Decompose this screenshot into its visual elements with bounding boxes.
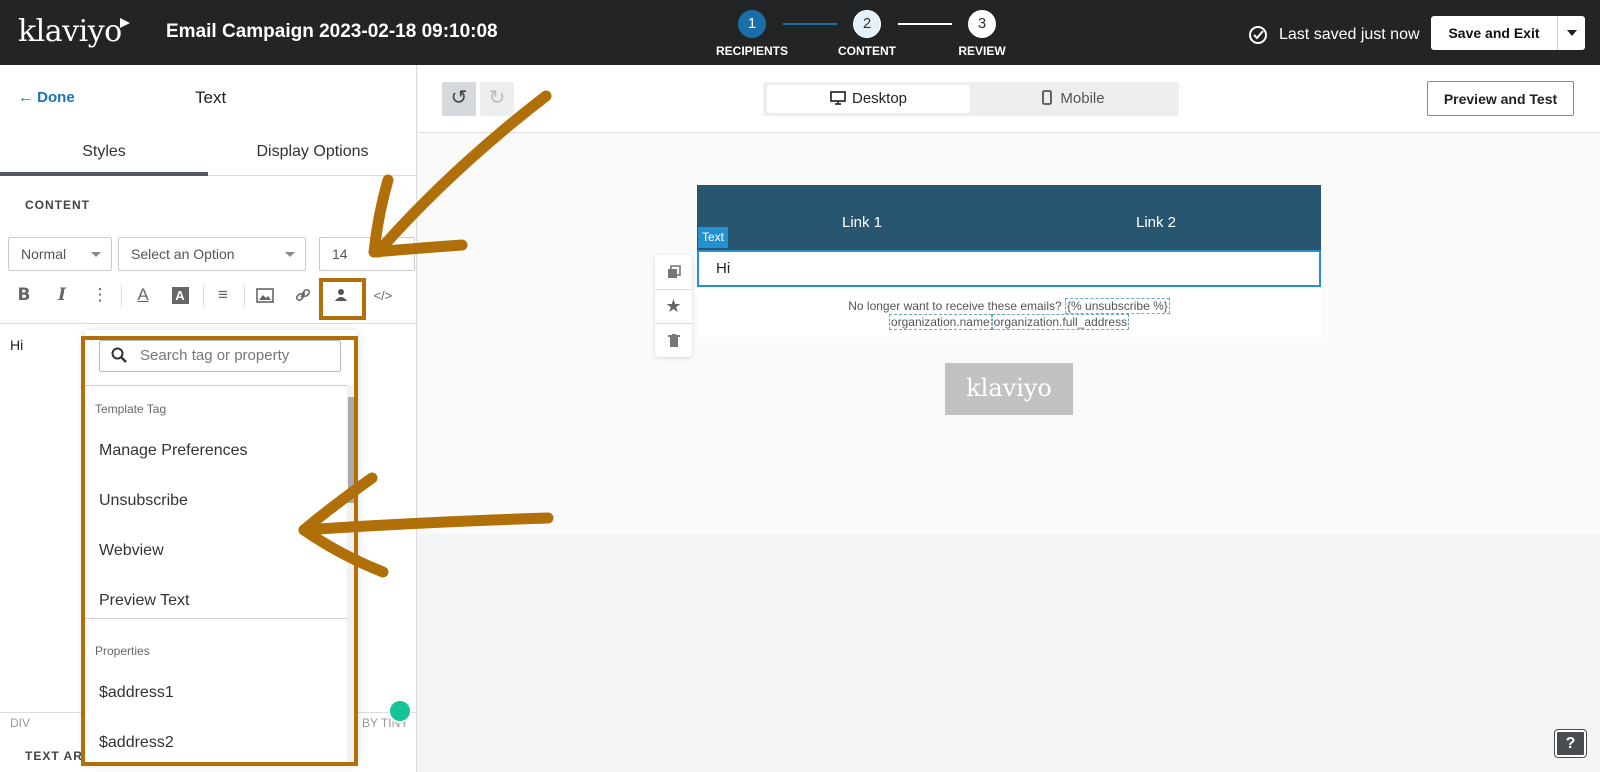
undo-icon[interactable]: ↺ (442, 82, 476, 116)
tab-styles[interactable]: Styles (0, 143, 208, 173)
format-select-value: Normal (21, 246, 67, 262)
annotation-box-personalize (319, 278, 366, 320)
email-nav-block[interactable] (697, 185, 1321, 250)
desktop-view-button[interactable]: Desktop (767, 85, 970, 113)
mobile-label: Mobile (1060, 90, 1105, 107)
image-icon[interactable] (251, 280, 279, 310)
logo-flag-icon (120, 18, 130, 28)
save-and-exit-button[interactable]: Save and Exit (1431, 16, 1557, 50)
toolbar-divider (203, 285, 204, 307)
step-review[interactable]: 3 REVIEW (942, 10, 1022, 58)
step-content[interactable]: 2 CONTENT (827, 10, 907, 58)
bold-icon[interactable]: B (10, 280, 38, 310)
font-size-input[interactable]: 14 (319, 237, 415, 271)
footer-prefix: No longer want to receive these emails? (848, 299, 1062, 313)
mobile-view-button[interactable]: Mobile (972, 85, 1175, 113)
toolbar-divider (121, 285, 122, 307)
panel-title: Text (195, 88, 227, 107)
text-color-icon[interactable]: A (129, 280, 157, 310)
step-recipients[interactable]: 1 RECIPIENTS (712, 10, 792, 58)
done-label: Done (37, 89, 75, 106)
step-number: 3 (968, 10, 996, 38)
unsubscribe-tag[interactable]: {% unsubscribe %} (1065, 298, 1170, 314)
chevron-down-icon (91, 252, 101, 257)
step-number: 2 (853, 10, 881, 38)
active-tab-indicator (0, 172, 208, 176)
editor-content[interactable]: Hi (10, 337, 23, 353)
grammarly-icon[interactable] (388, 699, 412, 723)
save-options-dropdown[interactable] (1557, 16, 1585, 50)
top-bar: klaviyo Email Campaign 2023-02-18 09:10:… (0, 0, 1600, 65)
duplicate-icon[interactable] (655, 255, 692, 289)
nav-link-2[interactable]: Link 2 (1136, 214, 1176, 231)
preview-and-test-button[interactable]: Preview and Test (1427, 81, 1574, 116)
align-icon[interactable]: ≡ (209, 280, 237, 310)
format-select[interactable]: Normal (8, 237, 112, 271)
nav-link-1[interactable]: Link 1 (842, 214, 882, 231)
content-section-label: CONTENT (25, 198, 90, 212)
font-size-value: 14 (332, 246, 348, 262)
element-path: DIV (10, 716, 31, 730)
selected-text-block[interactable]: Hi (697, 250, 1321, 287)
chevron-down-icon (285, 252, 295, 257)
italic-icon[interactable]: I (48, 280, 76, 310)
check-circle-icon (1249, 26, 1267, 44)
done-link[interactable]: ← Done (18, 89, 75, 106)
saved-status: Last saved just now (1279, 26, 1420, 43)
block-actions: ★ (655, 255, 692, 357)
annotation-box-dropdown (81, 336, 358, 766)
klaviyo-badge: klaviyo (945, 363, 1073, 415)
star-icon[interactable]: ★ (655, 289, 692, 323)
help-button[interactable]: ? (1555, 730, 1586, 757)
redo-icon[interactable]: ↻ (480, 82, 514, 116)
step-number: 1 (738, 10, 766, 38)
step-label: CONTENT (838, 44, 896, 58)
phone-icon (1042, 90, 1053, 105)
tab-display-options[interactable]: Display Options (208, 143, 417, 173)
desktop-label: Desktop (851, 90, 908, 107)
klaviyo-logo[interactable]: klaviyo (18, 14, 122, 49)
footer-text: No longer want to receive these emails? … (697, 298, 1321, 330)
trash-icon[interactable] (655, 323, 692, 357)
step-label: REVIEW (958, 44, 1006, 58)
step-label: RECIPIENTS (715, 44, 788, 58)
option-select-value: Select an Option (131, 246, 235, 262)
toolbar-divider (244, 285, 245, 307)
background-color-icon[interactable]: A (166, 280, 194, 310)
campaign-title[interactable]: Email Campaign 2023-02-18 09:10:08 (166, 21, 498, 43)
monitor-icon (830, 91, 846, 105)
source-code-icon[interactable]: </> (369, 280, 397, 310)
link-icon[interactable] (289, 280, 317, 310)
organization-name-tag[interactable]: organization.name (888, 314, 992, 330)
organization-address-tag[interactable]: organization.full_address (991, 314, 1130, 330)
more-icon[interactable]: ⋮ (86, 280, 114, 310)
option-select[interactable]: Select an Option (118, 237, 306, 271)
text-block-chip: Text (698, 227, 728, 248)
